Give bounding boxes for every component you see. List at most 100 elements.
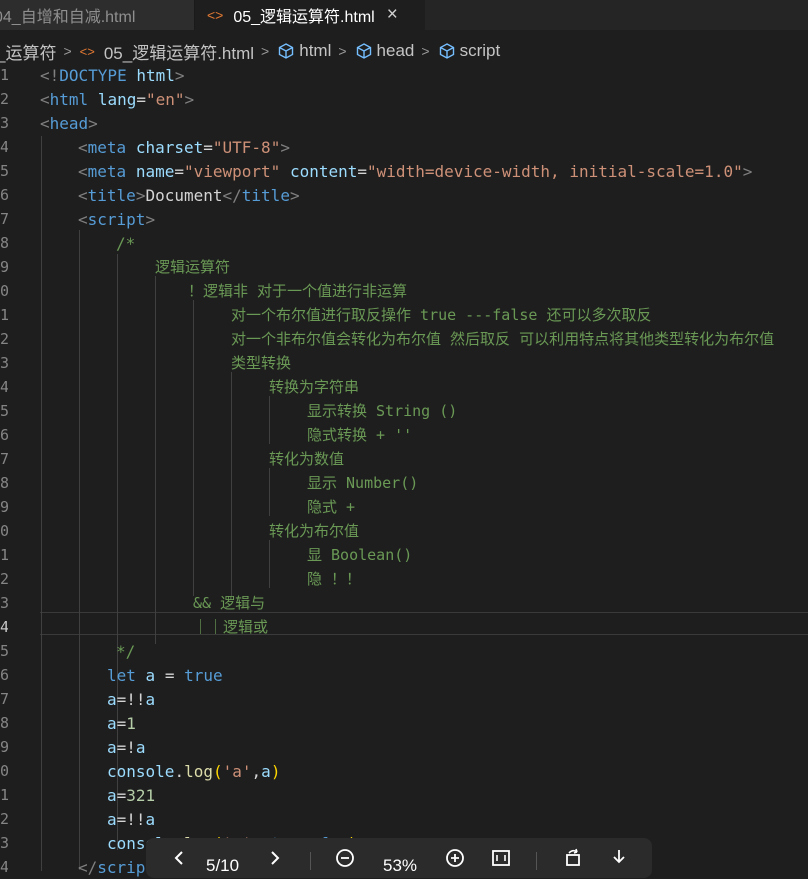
code-line: a=321 bbox=[107, 786, 156, 805]
comment-line: 逻辑运算符 bbox=[155, 258, 231, 276]
code-editor[interactable]: 1 2 3 4 5 6 7 8 9 0 1 2 3 4 5 6 7 8 9 0 … bbox=[0, 64, 808, 877]
chevron-right-icon[interactable] bbox=[264, 846, 286, 870]
chevron-left-icon[interactable] bbox=[168, 846, 190, 870]
code-line: a=!a bbox=[107, 738, 146, 757]
pdf-toolbar: 5/10 53% bbox=[146, 838, 652, 878]
line-number: 3 bbox=[0, 594, 8, 612]
line-number: 4 bbox=[0, 138, 8, 156]
code-line: /* bbox=[116, 234, 136, 253]
code-line: a=!!a bbox=[107, 690, 156, 709]
comment-line: 转化为数值 bbox=[269, 450, 345, 468]
line-number: 8 bbox=[0, 714, 8, 732]
line-number: 4 bbox=[0, 618, 8, 636]
code-line: a=1 bbox=[107, 714, 136, 733]
cube-symbol-icon bbox=[279, 43, 294, 59]
code-line: <script> bbox=[78, 210, 156, 229]
line-number: 6 bbox=[0, 426, 8, 444]
line-number: 1 bbox=[0, 66, 8, 84]
code-line: <title>Document</title> bbox=[78, 186, 300, 205]
comment-line: 显示 Number() bbox=[307, 474, 419, 492]
comment-line: 转换为字符串 bbox=[269, 378, 360, 396]
line-number: 7 bbox=[0, 210, 8, 228]
html-file-icon: <> bbox=[207, 7, 224, 23]
line-number: 5 bbox=[0, 402, 8, 420]
tab-05-logical-operators[interactable]: <> 05_逻辑运算符.html × bbox=[195, 0, 425, 30]
comment-line: ｜｜逻辑或 bbox=[193, 618, 269, 636]
comment-line: && 逻辑与 bbox=[193, 594, 266, 612]
zoom-in-icon[interactable] bbox=[444, 846, 466, 870]
line-number: 9 bbox=[0, 738, 8, 756]
code-line: console.log('a',a) bbox=[107, 762, 281, 781]
chevron-right-icon: > bbox=[63, 43, 72, 59]
tab-bar: 04_自增和自减.html <> 05_逻辑运算符.html × bbox=[0, 0, 808, 30]
breadcrumb: _运算符 > <> 05_逻辑运算符.html > html > head > … bbox=[0, 36, 808, 66]
line-number: 1 bbox=[0, 786, 8, 804]
indent-guide bbox=[269, 468, 270, 516]
code-line: <meta charset="UTF-8"> bbox=[78, 138, 290, 157]
zoom-out-icon[interactable] bbox=[334, 846, 356, 870]
line-number: 5 bbox=[0, 642, 8, 660]
line-number: 8 bbox=[0, 234, 8, 252]
indent-guide bbox=[41, 136, 42, 871]
comment-line: ！逻辑非 对于一个值进行非运算 bbox=[188, 282, 408, 300]
line-number: 9 bbox=[0, 258, 8, 276]
comment-line: 转化为布尔值 bbox=[269, 522, 360, 540]
breadcrumb-folder[interactable]: _运算符 bbox=[0, 39, 56, 64]
comment-line: 隐式转换 + '' bbox=[307, 426, 413, 444]
cube-symbol-icon bbox=[356, 43, 371, 59]
page-indicator: 5/10 bbox=[206, 856, 240, 875]
line-number: 6 bbox=[0, 186, 8, 204]
chevron-right-icon: > bbox=[261, 43, 270, 59]
comment-line: 类型转换 bbox=[231, 354, 292, 372]
indent-guide bbox=[231, 372, 232, 596]
comment-line: 隐 ！！ bbox=[307, 570, 362, 588]
code-line: <meta name="viewport" content="width=dev… bbox=[78, 162, 753, 181]
line-number: 6 bbox=[0, 666, 8, 684]
comment-line: 对一个非布尔值会转化为布尔值 然后取反 可以利用特点将其他类型转化为布尔值 bbox=[231, 330, 775, 348]
indent-guide bbox=[79, 230, 80, 870]
tab-04-increment-decrement[interactable]: 04_自增和自减.html bbox=[0, 0, 194, 30]
code-line: */ bbox=[116, 642, 136, 661]
rotate-icon[interactable] bbox=[562, 846, 584, 870]
code-line: <!DOCTYPE html> bbox=[40, 66, 185, 85]
line-number: 3 bbox=[0, 354, 8, 372]
line-number: 3 bbox=[0, 114, 8, 132]
breadcrumb-html[interactable]: html bbox=[299, 41, 331, 61]
comment-line: 显 Boolean() bbox=[307, 546, 413, 564]
breadcrumb-head[interactable]: head bbox=[377, 41, 415, 61]
line-number: 5 bbox=[0, 162, 8, 180]
line-number: 2 bbox=[0, 570, 8, 588]
line-number: 3 bbox=[0, 834, 8, 852]
toolbar-divider bbox=[310, 852, 311, 870]
breadcrumb-file[interactable]: 05_逻辑运算符.html bbox=[104, 39, 254, 64]
line-number: 7 bbox=[0, 450, 8, 468]
code-line: a=!!a bbox=[107, 810, 156, 829]
code-line: let a = true bbox=[107, 666, 223, 685]
cube-symbol-icon bbox=[439, 43, 454, 59]
line-number: 4 bbox=[0, 858, 8, 876]
zoom-level: 53% bbox=[383, 856, 418, 875]
indent-guide bbox=[193, 300, 194, 596]
fit-page-icon[interactable] bbox=[490, 846, 512, 870]
comment-line: 显示转换 String () bbox=[307, 402, 458, 420]
line-number: 1 bbox=[0, 546, 8, 564]
close-icon[interactable]: × bbox=[387, 4, 398, 26]
line-number: 9 bbox=[0, 498, 8, 516]
download-icon[interactable] bbox=[608, 846, 630, 870]
line-number: 2 bbox=[0, 810, 8, 828]
comment-line: 隐式 + bbox=[307, 498, 356, 516]
tab-label: 04_自增和自减.html bbox=[0, 9, 136, 26]
line-number: 0 bbox=[0, 522, 8, 540]
indent-guide bbox=[269, 396, 270, 444]
chevron-right-icon: > bbox=[338, 43, 347, 59]
toolbar-divider bbox=[536, 852, 537, 870]
indent-guide bbox=[269, 540, 270, 588]
code-line: <head> bbox=[40, 114, 98, 133]
html-file-icon: <> bbox=[79, 43, 95, 59]
line-number: 4 bbox=[0, 378, 8, 396]
line-number: 1 bbox=[0, 306, 8, 324]
line-number: 2 bbox=[0, 90, 8, 108]
indent-guide bbox=[155, 276, 156, 644]
line-number: 2 bbox=[0, 330, 8, 348]
breadcrumb-script[interactable]: script bbox=[460, 41, 501, 61]
